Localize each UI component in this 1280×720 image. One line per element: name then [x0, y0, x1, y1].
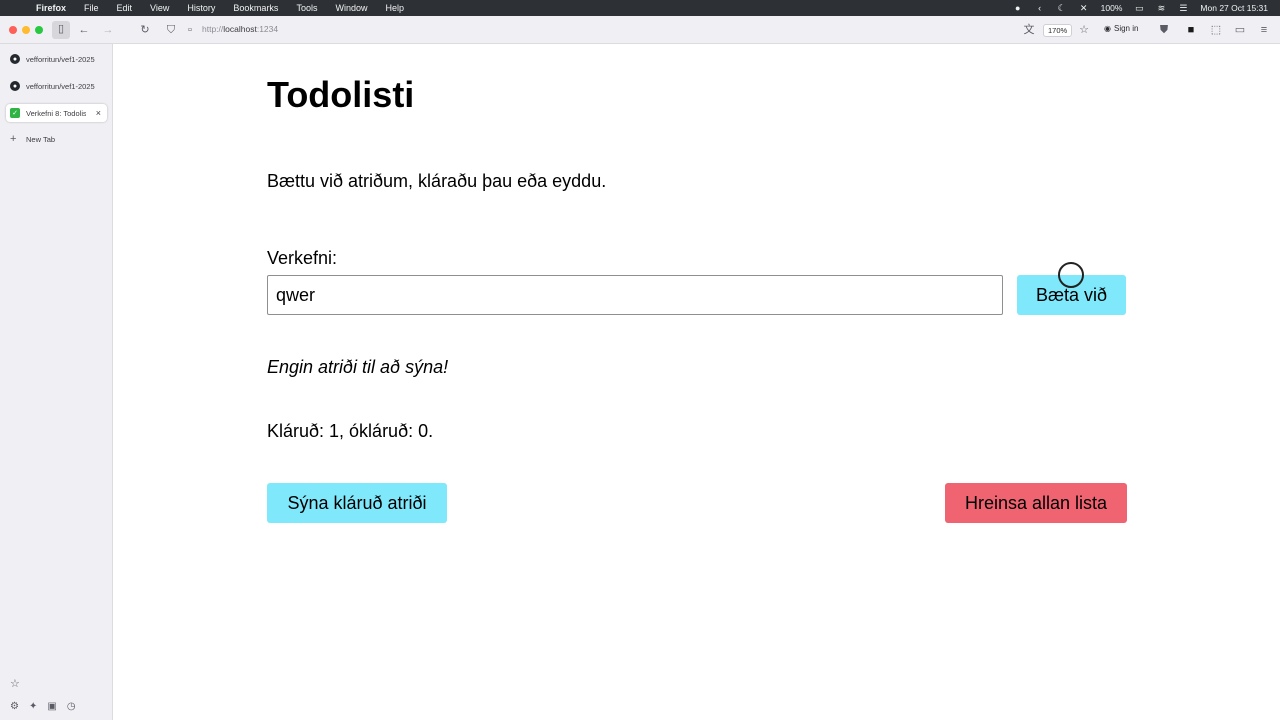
- vertical-tabs-sidebar: ● vefforritun/vef1-2025 ● vefforritun/ve…: [0, 44, 113, 720]
- extension-r-icon[interactable]: ■: [1183, 22, 1199, 38]
- battery-icon[interactable]: ▭: [1134, 3, 1144, 13]
- show-finished-button[interactable]: Sýna kláruð atriði: [267, 483, 447, 523]
- tab-todolisti-active[interactable]: ✓ Verkefni 8: Todolisti ×: [6, 104, 107, 122]
- new-tab-button[interactable]: + New Tab: [6, 130, 107, 148]
- zoom-level-button[interactable]: 170%: [1043, 24, 1073, 37]
- cursor-highlight: [1058, 262, 1084, 288]
- url-port: :1234: [256, 24, 279, 34]
- url-bar[interactable]: http://localhost:1234: [202, 24, 278, 34]
- reload-icon[interactable]: ↻: [137, 22, 153, 38]
- zoom-window-button[interactable]: [35, 26, 43, 34]
- sign-in-label: Sign in: [1113, 24, 1139, 33]
- new-tab-label: New Tab: [26, 134, 56, 144]
- task-input[interactable]: [267, 275, 1003, 315]
- menu-tools[interactable]: Tools: [296, 3, 317, 13]
- bookmark-star-icon[interactable]: ☆: [1076, 22, 1092, 38]
- chevron-left-icon[interactable]: ‹: [1035, 3, 1045, 13]
- ublock-shield-icon[interactable]: ⛊: [1156, 22, 1172, 38]
- hamburger-menu-icon[interactable]: ≡: [1256, 22, 1272, 38]
- page-title: Todolisti: [267, 74, 415, 115]
- menu-help[interactable]: Help: [385, 3, 404, 13]
- close-tab-icon[interactable]: ×: [96, 108, 101, 118]
- github-icon: ●: [10, 54, 20, 64]
- menu-window[interactable]: Window: [335, 3, 367, 13]
- menu-firefox[interactable]: Firefox: [36, 3, 66, 13]
- bookmarks-star-icon[interactable]: ☆: [10, 677, 20, 690]
- minimize-window-button[interactable]: [22, 26, 30, 34]
- control-center-icon[interactable]: ☰: [1178, 3, 1188, 13]
- sidebar-toggle-icon[interactable]: ▯: [52, 21, 70, 39]
- history-clock-icon[interactable]: ◷: [67, 701, 76, 712]
- menu-file[interactable]: File: [84, 3, 99, 13]
- app-menu: Firefox File Edit View History Bookmarks…: [36, 3, 422, 13]
- mute-icon[interactable]: ✕: [1079, 3, 1089, 13]
- ai-sparkle-icon[interactable]: ✦: [29, 701, 37, 712]
- menu-bookmarks[interactable]: Bookmarks: [233, 3, 278, 13]
- tab-vef1-repo-1[interactable]: ● vefforritun/vef1-2025: [6, 50, 107, 68]
- record-icon[interactable]: ●: [1013, 3, 1023, 13]
- tab-label: vefforritun/vef1-2025: [26, 54, 95, 64]
- close-window-button[interactable]: [9, 26, 17, 34]
- moon-icon[interactable]: ☾: [1057, 3, 1067, 13]
- page-info-icon[interactable]: ▫: [182, 22, 198, 38]
- menubar-clock[interactable]: Mon 27 Oct 15:31: [1200, 3, 1268, 13]
- intro-text: Bættu við atriðum, kláraðu þau eða eyddu…: [267, 171, 607, 191]
- check-icon: ✓: [10, 108, 20, 118]
- forward-arrow-icon[interactable]: →: [100, 22, 116, 38]
- menu-view[interactable]: View: [150, 3, 169, 13]
- translate-icon[interactable]: 文: [1021, 22, 1037, 38]
- menu-edit[interactable]: Edit: [117, 3, 133, 13]
- empty-list-message: Engin atriði til að sýna!: [267, 357, 449, 377]
- task-stats: Kláruð: 1, ókláruð: 0.: [267, 421, 434, 441]
- battery-percent: 100%: [1100, 3, 1123, 13]
- url-scheme: http://: [202, 24, 224, 34]
- macos-menu-bar: Firefox File Edit View History Bookmarks…: [0, 0, 1280, 16]
- sync-devices-icon[interactable]: ▣: [47, 701, 56, 712]
- github-icon: ●: [10, 81, 20, 91]
- tab-label: Verkefni 8: Todolisti: [26, 108, 86, 118]
- tab-view-icon[interactable]: ▭: [1232, 22, 1248, 38]
- tab-vef1-repo-2[interactable]: ● vefforritun/vef1-2025: [6, 77, 107, 95]
- account-icon: ◉: [1104, 24, 1111, 33]
- sidebar-tools: ⚙ ✦ ▣ ◷: [10, 701, 76, 712]
- shield-icon[interactable]: ⛉: [163, 22, 179, 38]
- plus-icon: +: [10, 133, 17, 145]
- url-host: localhost: [223, 24, 257, 34]
- menu-history[interactable]: History: [187, 3, 215, 13]
- tab-label: vefforritun/vef1-2025: [26, 81, 95, 91]
- extensions-puzzle-icon[interactable]: ⬚: [1208, 22, 1224, 38]
- web-page: Todolisti Bættu við atriðum, kláraðu þau…: [114, 44, 1280, 720]
- settings-gear-icon[interactable]: ⚙: [10, 701, 19, 712]
- task-label: Verkefni:: [267, 248, 338, 268]
- sign-in-button[interactable]: ◉ Sign in: [1104, 24, 1138, 33]
- wifi-icon[interactable]: ≋: [1156, 3, 1166, 13]
- status-area: ● ‹ ☾ ✕ 100% ▭ ≋ ☰ Mon 27 Oct 15:31: [1013, 0, 1268, 16]
- clear-list-button[interactable]: Hreinsa allan lista: [945, 483, 1127, 523]
- back-arrow-icon[interactable]: ←: [76, 22, 92, 38]
- browser-toolbar: ▯ ← → ↻ ⛉ ▫ http://localhost:1234 文 170%…: [0, 16, 1280, 44]
